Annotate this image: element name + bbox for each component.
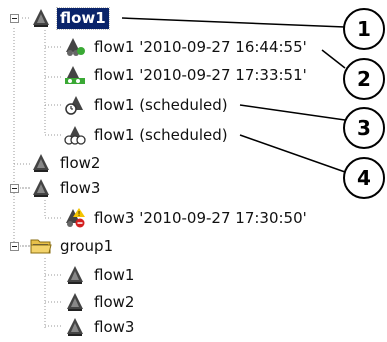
callout-1-leader [121,17,346,28]
callout-number: 4 [357,166,371,190]
callout-number: 2 [357,67,371,91]
callout-number: 1 [357,17,371,41]
callout-4-leader [239,134,346,173]
callout-3: 3 [343,107,385,149]
callout-3-leader [239,104,346,121]
callout-1: 1 [343,8,385,50]
callout-4: 4 [343,157,385,199]
tree-view: flow1 flow1 '2010-09-27 16:44:55' flow1 … [0,0,387,336]
callout-number: 3 [357,116,371,140]
callouts: 1 2 3 4 [121,8,385,199]
callout-2: 2 [343,58,385,100]
callout-2-leader [321,49,346,69]
